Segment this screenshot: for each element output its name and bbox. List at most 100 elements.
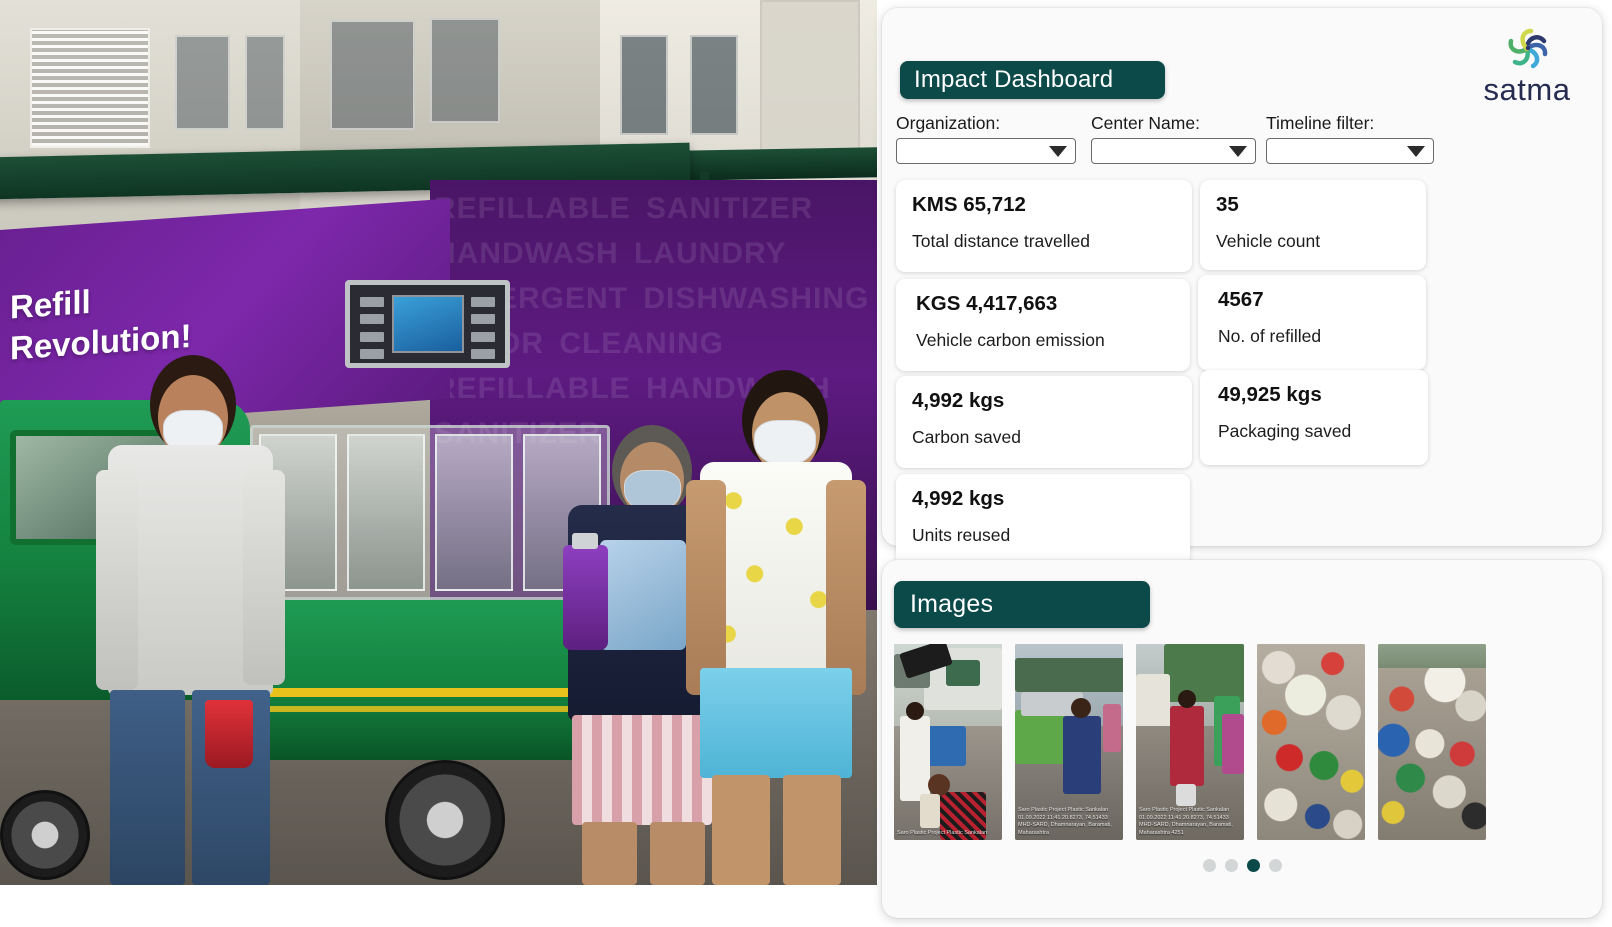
metric-value: 49,925 kgs: [1218, 383, 1322, 406]
thumbnail-waste-collection-3[interactable]: Saro Plastic Project Plastic Sankalan 01…: [1136, 644, 1244, 840]
chevron-down-icon: [1049, 145, 1067, 157]
thumb2-trees: [1015, 658, 1123, 692]
window-3: [330, 20, 415, 130]
metric-card-total-distance[interactable]: KMS 65,712 Total distance travelled: [896, 180, 1192, 272]
person-left-leg-1: [110, 690, 185, 885]
truck-wheel-rear: [0, 790, 90, 880]
thumb2-pedestrian: [1103, 704, 1121, 752]
dispenser-buttons-right: [471, 297, 495, 359]
filter-center-name-label: Center Name:: [1091, 113, 1200, 133]
dispenser-buttons-left: [360, 297, 384, 359]
window-6: [690, 35, 738, 135]
product-bottle-cap: [572, 533, 598, 549]
thumb2-worker-head: [1071, 698, 1091, 718]
metric-value: 4,992 kgs: [912, 487, 1005, 510]
metric-value: KMS 65,712: [912, 193, 1026, 216]
metric-value: KGS 4,417,663: [916, 292, 1058, 315]
thumb2-timestamp: Saro Plastic Project Plastic Sankalan 01…: [1018, 807, 1112, 836]
dispenser-cell-2: [347, 434, 425, 591]
metric-label: Vehicle carbon emission: [916, 329, 1105, 350]
satma-logo: satma: [1472, 24, 1582, 116]
window-2: [245, 35, 285, 130]
chevron-down-icon: [1229, 145, 1247, 157]
carousel-pagination: [882, 859, 1602, 872]
impact-dashboard-panel: Impact Dashboard satma Organization: Cen…: [882, 8, 1602, 566]
metric-value: 4,992 kgs: [912, 389, 1005, 412]
filter-timeline-label: Timeline filter:: [1266, 113, 1375, 133]
thumbnail-waste-collection-1[interactable]: Saro Plastic Project Plastic Sankalan: [894, 644, 1002, 840]
center-name-select[interactable]: [1091, 138, 1256, 164]
person-left-arm-left: [96, 470, 138, 690]
person-right-leg-2: [783, 775, 841, 885]
thumb3-timestamp: Saro Plastic Project Plastic Sankalan 01…: [1139, 807, 1233, 836]
window-5: [620, 35, 668, 135]
person-middle-shirt-graphic: [600, 540, 686, 650]
thumb4-plastic-bale: [1257, 644, 1365, 840]
person-left-arm-right: [243, 470, 285, 685]
thumb1-person2-head: [928, 774, 950, 796]
metric-label: Total distance travelled: [912, 230, 1091, 251]
person-middle-product-bottle: [563, 545, 608, 650]
thumb1-bag: [920, 794, 940, 828]
filter-bar: Organization: Center Name: Timeline filt…: [896, 113, 1436, 173]
chevron-down-icon: [1407, 145, 1425, 157]
metric-card-vehicle-count[interactable]: 35 Vehicle count: [1200, 180, 1426, 270]
person-middle-leg-1: [582, 822, 637, 885]
carousel-dot-2[interactable]: [1224, 859, 1238, 872]
person-middle-leg-2: [650, 822, 705, 885]
thumb3-bucket: [1176, 784, 1196, 806]
thumb1-person-head: [906, 702, 924, 720]
metric-card-units-reused[interactable]: 4,992 kgs Units reused: [896, 474, 1190, 566]
carousel-dot-3[interactable]: [1246, 859, 1260, 872]
thumb1-person-white: [900, 716, 930, 801]
person-right-mask: [754, 420, 816, 466]
thumbnail-baled-plastic-2[interactable]: [1378, 644, 1486, 840]
person-left-bottle: [205, 700, 253, 768]
thumb2-worker: [1063, 716, 1101, 794]
dispenser-screen: [345, 280, 510, 368]
spiral-icon: [1508, 28, 1548, 69]
metric-label: Packaging saved: [1218, 420, 1352, 441]
metric-cards: KMS 65,712 Total distance travelled 35 V…: [892, 180, 1592, 566]
metric-label: Units reused: [912, 524, 1011, 545]
metric-value: 4567: [1218, 288, 1264, 311]
metric-value: 35: [1216, 193, 1239, 216]
person-right-arm-left: [686, 480, 726, 695]
carousel-dot-4[interactable]: [1268, 859, 1282, 872]
person-right-shorts: [700, 668, 852, 778]
person-right-leg-1: [712, 775, 770, 885]
images-panel: Images Saro Plastic Project Plastic Sank…: [882, 560, 1602, 918]
dispenser-cell-3: [435, 434, 513, 591]
window-4: [430, 18, 500, 123]
person-right-arm-right: [826, 480, 866, 695]
thumbnail-baled-plastic-1[interactable]: [1257, 644, 1365, 840]
metric-card-refilled[interactable]: 4567 No. of refilled: [1198, 275, 1426, 370]
metric-label: Vehicle count: [1216, 230, 1321, 251]
thumb3-foliage: [1164, 644, 1244, 702]
metric-card-carbon-emission[interactable]: KGS 4,417,663 Vehicle carbon emission: [896, 279, 1190, 371]
thumb5-plastic-bale: [1378, 667, 1486, 840]
truck-stripe-1: [225, 688, 575, 697]
thumbnail-waste-collection-2[interactable]: Saro Plastic Project Plastic Sankalan 01…: [1015, 644, 1123, 840]
window-1: [175, 35, 230, 130]
person-middle-shorts: [572, 715, 712, 825]
window-grille-1: [30, 28, 150, 148]
page-title: Impact Dashboard: [900, 61, 1165, 99]
thumb3-signboard: [1222, 714, 1244, 774]
metric-card-packaging-saved[interactable]: 49,925 kgs Packaging saved: [1200, 370, 1428, 465]
organization-select[interactable]: [896, 138, 1076, 164]
thumb1-timestamp: Saro Plastic Project Plastic Sankalan: [897, 829, 988, 836]
metric-label: No. of refilled: [1218, 325, 1322, 346]
dispenser-screen-display: [391, 295, 464, 353]
carousel-dot-1[interactable]: [1202, 859, 1216, 872]
logo-wordmark: satma: [1483, 72, 1571, 107]
metric-label: Carbon saved: [912, 426, 1021, 447]
thumb3-person-head: [1178, 690, 1196, 708]
screen-root: REFILLABLE SANITIZER HANDWASH LAUNDRY DE…: [0, 0, 1612, 927]
hero-photo: REFILLABLE SANITIZER HANDWASH LAUNDRY DE…: [0, 0, 877, 885]
metric-card-carbon-saved[interactable]: 4,992 kgs Carbon saved: [896, 376, 1192, 468]
dispenser-glass-row: [250, 425, 610, 600]
thumb3-wall: [1136, 674, 1170, 730]
thumbnail-carousel: Saro Plastic Project Plastic Sankalan Sa…: [894, 644, 1594, 844]
timeline-filter-select[interactable]: [1266, 138, 1434, 164]
